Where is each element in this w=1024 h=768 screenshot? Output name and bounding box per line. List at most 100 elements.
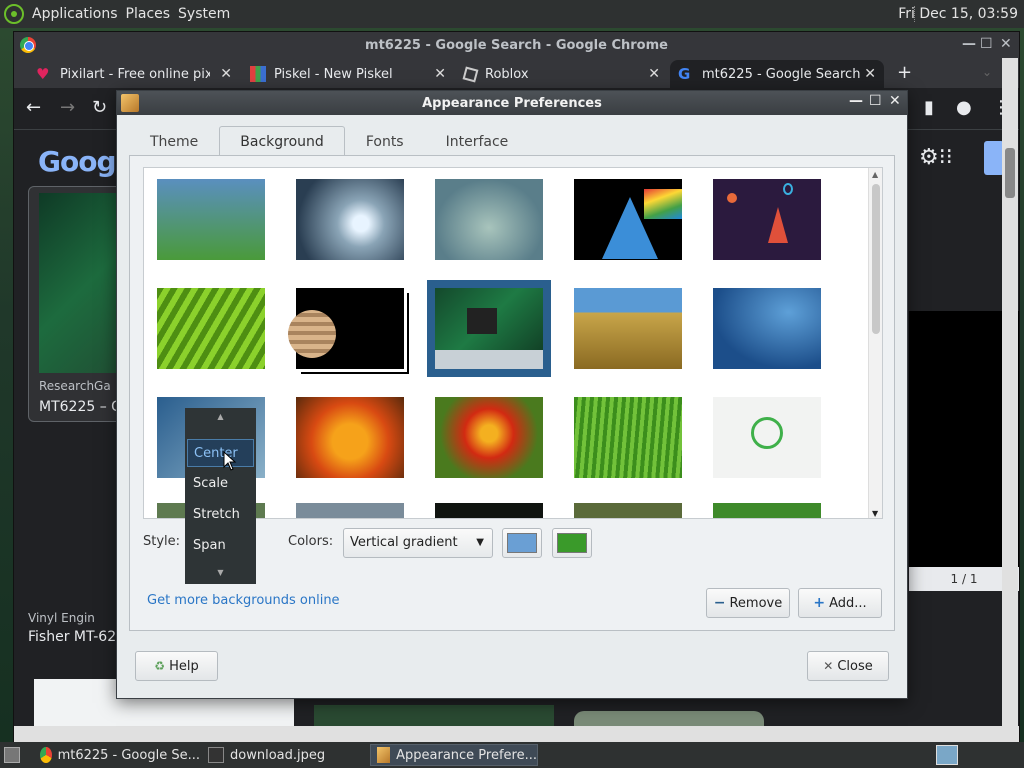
google-logo[interactable]: Goog [38, 145, 116, 178]
scroll-down-icon[interactable]: ▼ [872, 509, 878, 518]
gallery-scrollbar[interactable]: ▲ ▼ [868, 168, 882, 518]
close-button[interactable]: ✕ Close [807, 651, 889, 681]
wallpaper-thumb[interactable] [713, 503, 821, 518]
help-button[interactable]: ♻ Help [135, 651, 218, 681]
tab-fonts[interactable]: Fonts [345, 126, 425, 156]
add-button[interactable]: + Add... [798, 588, 882, 618]
wallpaper-thumb[interactable] [713, 288, 821, 369]
new-tab-icon[interactable]: + [897, 62, 912, 83]
scroll-thumb[interactable] [872, 184, 880, 334]
top-panel: Applications Places System Fri Dec 15, 0… [0, 0, 1024, 28]
wallpaper-thumb[interactable] [574, 503, 682, 518]
side-panel-icon[interactable]: ▮ [924, 97, 934, 118]
minimize-icon[interactable]: — [849, 93, 863, 109]
close-icon[interactable]: ✕ [889, 93, 901, 109]
system-menu[interactable]: System [178, 6, 230, 22]
wallpaper-thumb[interactable] [574, 179, 682, 260]
result-source: ResearchGa [39, 379, 111, 393]
places-menu[interactable]: Places [126, 6, 171, 22]
forward-icon[interactable]: → [60, 97, 75, 118]
taskbar-item-appearance[interactable]: Appearance Prefere... [370, 744, 538, 766]
style-option-stretch[interactable]: Stretch [187, 501, 254, 529]
scroll-down-icon[interactable]: ▼ [185, 568, 256, 577]
remove-button[interactable]: − Remove [706, 588, 790, 618]
chrome-window-title: mt6225 - Google Search - Google Chrome [365, 37, 668, 53]
appearance-icon [377, 747, 391, 763]
wallpaper-thumb[interactable] [435, 397, 543, 478]
colors-select[interactable]: Vertical gradient ▼ [343, 528, 493, 558]
close-icon: ✕ [823, 659, 834, 673]
dialog-titlebar[interactable]: Appearance Preferences — ☐ ✕ [117, 91, 907, 115]
vertical-scrollbar[interactable] [1002, 58, 1018, 728]
wallpaper-thumb[interactable] [574, 397, 682, 478]
wallpaper-thumb[interactable] [435, 503, 543, 518]
tab-interface[interactable]: Interface [425, 126, 530, 156]
primary-color-button[interactable] [502, 528, 542, 558]
result-title[interactable]: Fisher MT-62 [28, 629, 116, 645]
primary-color-swatch [507, 533, 537, 553]
tab-close-icon[interactable]: ✕ [220, 66, 232, 82]
show-desktop-icon[interactable] [4, 747, 20, 763]
secondary-color-swatch [557, 533, 587, 553]
style-option-scale[interactable]: Scale [187, 470, 254, 498]
wallpaper-thumb[interactable] [296, 179, 404, 260]
chrome-titlebar[interactable]: mt6225 - Google Search - Google Chrome —… [14, 32, 1019, 58]
applications-menu[interactable]: Applications [32, 6, 118, 22]
chrome-icon [40, 747, 52, 763]
close-icon[interactable]: ✕ [1000, 36, 1012, 52]
wallpaper-thumb[interactable] [157, 179, 265, 260]
wallpaper-thumb[interactable] [288, 288, 404, 369]
style-option-span[interactable]: Span [187, 532, 254, 560]
profile-icon[interactable]: ● [956, 97, 972, 118]
heart-icon: ♥ [36, 65, 50, 83]
dialog-tabs: Theme Background Fonts Interface [129, 126, 529, 156]
workspace-switcher[interactable] [936, 745, 958, 765]
wallpaper-thumb[interactable] [435, 179, 543, 260]
wallpaper-thumb-selected[interactable] [427, 280, 551, 377]
tab-close-icon[interactable]: ✕ [864, 66, 876, 82]
style-option-center[interactable]: Center [187, 439, 254, 467]
wallpaper-thumb[interactable] [713, 397, 821, 478]
result-title[interactable]: MT6225 – G [39, 399, 122, 415]
tab-piskel[interactable]: Piskel - New Piskel ✕ [242, 60, 454, 88]
maximize-icon[interactable]: ☐ [869, 93, 882, 109]
style-dropdown-list[interactable]: ▲ Center Scale Stretch Span ▼ [185, 408, 256, 584]
scroll-thumb[interactable] [1005, 148, 1015, 198]
tab-background[interactable]: Background [219, 126, 345, 156]
tab-close-icon[interactable]: ✕ [434, 66, 446, 82]
tab-search-icon[interactable]: ⌄ [982, 65, 992, 79]
mate-menu-icon[interactable] [4, 4, 24, 24]
minimize-icon[interactable]: — [962, 36, 976, 52]
wallpaper-thumb[interactable] [713, 179, 821, 260]
tab-title: mt6225 - Google Search [702, 66, 861, 82]
back-icon[interactable]: ← [26, 97, 41, 118]
horizontal-scrollbar[interactable] [14, 726, 1019, 742]
scroll-up-icon[interactable]: ▲ [185, 412, 256, 421]
wallpaper-thumb[interactable] [574, 288, 682, 369]
tab-pixilart[interactable]: ♥ Pixilart - Free online pixel ✕ [28, 60, 240, 88]
colors-label: Colors: [288, 534, 334, 549]
maximize-icon[interactable]: ☐ [980, 36, 993, 52]
tab-title: Roblox [485, 66, 529, 82]
help-icon: ♻ [154, 659, 166, 673]
scroll-up-icon[interactable]: ▲ [872, 170, 878, 179]
minus-icon: − [713, 595, 726, 611]
clock[interactable]: Fri Dec 15, 03:59 [898, 6, 1018, 22]
wallpaper-thumb[interactable] [296, 397, 404, 478]
settings-apps-icon[interactable]: ⚙⁝⁝ [919, 145, 953, 170]
piskel-icon [250, 66, 266, 82]
secondary-color-button[interactable] [552, 528, 592, 558]
taskbar-item-chrome[interactable]: mt6225 - Google Se... [34, 744, 200, 766]
wallpaper-thumb[interactable] [157, 288, 265, 369]
tab-theme[interactable]: Theme [129, 126, 219, 156]
tab-google-search[interactable]: G mt6225 - Google Search ✕ [670, 60, 884, 88]
get-more-backgrounds-link[interactable]: Get more backgrounds online [147, 593, 340, 608]
image-result[interactable]: Vinyl Engin Fisher MT-62 [28, 611, 116, 645]
taskbar-item-image[interactable]: download.jpeg [202, 744, 368, 766]
tab-close-icon[interactable]: ✕ [648, 66, 660, 82]
mouse-cursor-icon [223, 451, 237, 471]
tab-roblox[interactable]: Roblox ✕ [456, 60, 668, 88]
reload-icon[interactable]: ↻ [92, 97, 107, 118]
wallpaper-thumb[interactable] [296, 503, 404, 518]
sign-in-button[interactable] [984, 141, 1004, 175]
